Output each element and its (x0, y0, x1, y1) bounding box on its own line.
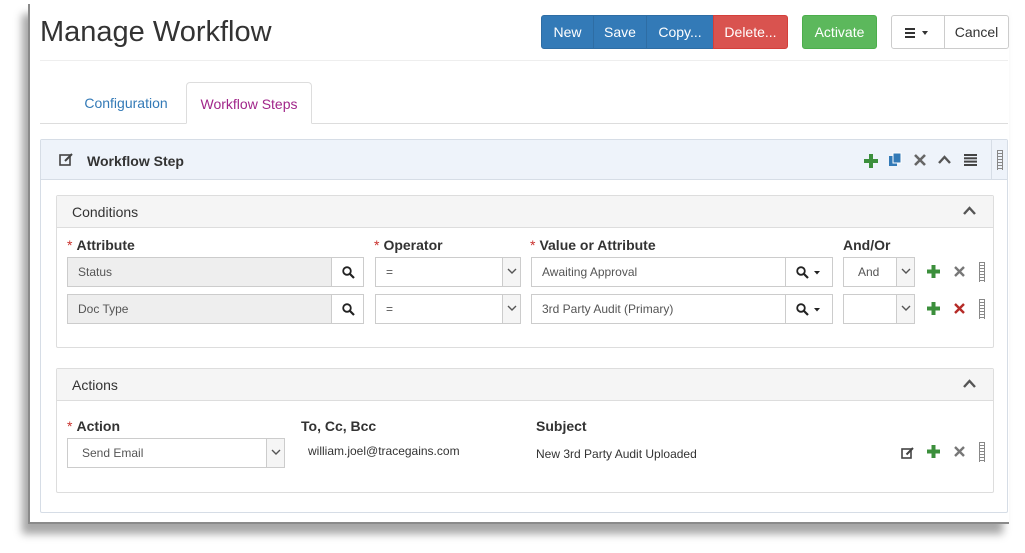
attribute-search-button[interactable] (331, 257, 364, 287)
subject-column-label: Subject (536, 418, 587, 434)
edit-icon[interactable] (59, 152, 74, 167)
andor-select[interactable] (843, 294, 915, 324)
action-column-label: * Action (67, 418, 121, 434)
attribute-search-button[interactable] (331, 294, 364, 324)
new-button[interactable]: New (541, 15, 594, 49)
add-action-icon[interactable] (927, 445, 940, 458)
value-search-dropdown[interactable] (785, 257, 833, 287)
workflow-step-header: Workflow Step (41, 140, 1007, 180)
attribute-column-label: * Attribute (67, 237, 135, 253)
chevron-down-icon (502, 295, 520, 323)
chevron-down-icon (896, 295, 914, 323)
activate-button[interactable]: Activate (802, 15, 877, 49)
chevron-down-icon (896, 258, 914, 286)
save-button[interactable]: Save (593, 15, 647, 49)
chevron-down-icon (502, 258, 520, 286)
value-field[interactable]: Awaiting Approval (531, 257, 786, 287)
recipients-column-label: To, Cc, Bcc (301, 418, 377, 434)
conditions-header: Conditions (57, 196, 993, 228)
drag-handle-icon[interactable] (979, 262, 985, 282)
conditions-panel: Conditions * Attribute * Operator * Value o… (56, 195, 994, 348)
cancel-button[interactable]: Cancel (944, 15, 1009, 49)
attribute-field[interactable]: Doc Type (67, 294, 332, 324)
value-column-label: * Value or Attribute (530, 237, 656, 253)
search-caret-icon (796, 266, 820, 279)
copy-icon[interactable] (888, 152, 902, 167)
tab-workflow-steps[interactable]: Workflow Steps (186, 82, 312, 124)
actions-collapse-icon[interactable] (963, 379, 976, 389)
subject-value: New 3rd Party Audit Uploaded (536, 447, 697, 461)
delete-button[interactable]: Delete... (713, 15, 788, 49)
operator-column-label: * Operator (374, 237, 443, 253)
chevron-down-icon (266, 439, 284, 467)
search-icon (342, 303, 355, 316)
drag-handle-icon[interactable] (979, 299, 985, 319)
remove-icon[interactable] (914, 154, 926, 166)
conditions-title: Conditions (72, 204, 139, 220)
hamburger-caret-icon (905, 28, 928, 39)
actions-panel: Actions * Action To, Cc, Bcc Subject Send… (56, 368, 994, 493)
workflow-step-panel: Workflow Step Conditions * Attribute * O… (40, 139, 1008, 513)
add-condition-icon[interactable] (927, 302, 940, 315)
value-field[interactable]: 3rd Party Audit (Primary) (531, 294, 786, 324)
action-select[interactable]: Send Email (67, 438, 285, 468)
andor-column-label: And/Or (843, 237, 891, 253)
recipients-value: william.joel@tracegains.com (308, 444, 460, 458)
value-search-dropdown[interactable] (785, 294, 833, 324)
add-icon[interactable] (864, 154, 878, 168)
conditions-collapse-icon[interactable] (963, 206, 976, 216)
actions-title: Actions (72, 377, 118, 393)
actions-header: Actions (57, 369, 993, 401)
remove-condition-icon[interactable] (954, 266, 965, 277)
search-caret-icon (796, 303, 820, 316)
operator-select[interactable]: = (375, 294, 521, 324)
title-divider (40, 60, 1008, 61)
remove-action-icon[interactable] (954, 446, 965, 457)
drag-handle-icon[interactable] (997, 150, 1003, 170)
attribute-field[interactable]: Status (67, 257, 332, 287)
add-condition-icon[interactable] (927, 265, 940, 278)
header-separator (991, 140, 992, 180)
operator-select[interactable]: = (375, 257, 521, 287)
drag-handle-icon[interactable] (979, 442, 985, 462)
copy-button[interactable]: Copy... (646, 15, 714, 49)
menu-dropdown-button[interactable] (891, 15, 945, 49)
andor-select[interactable]: And (843, 257, 915, 287)
tab-configuration[interactable]: Configuration (70, 82, 182, 124)
search-icon (342, 266, 355, 279)
edit-action-icon[interactable] (901, 446, 915, 460)
collapse-icon[interactable] (938, 155, 951, 165)
list-icon[interactable] (964, 154, 977, 166)
workflow-step-title: Workflow Step (87, 153, 184, 169)
page-title: Manage Workflow (40, 16, 272, 48)
remove-condition-icon[interactable] (954, 303, 965, 314)
